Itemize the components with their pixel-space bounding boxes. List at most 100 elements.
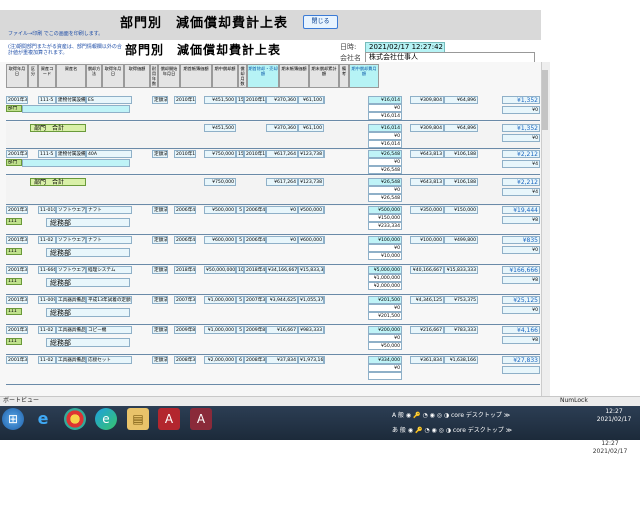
dept-detail-cell[interactable] (22, 159, 130, 167)
monthly-dep-cell-2[interactable]: ¥8 (502, 336, 540, 344)
period-dep-cell-3[interactable]: ¥16,014 (368, 112, 402, 120)
asset-code-cell[interactable]: 11-6666 (38, 266, 56, 274)
monthly-dep-cell-2[interactable]: ¥0 (502, 106, 540, 114)
asset-class-cell[interactable]: 建物付属設備 (56, 150, 86, 158)
file-explorer-icon[interactable]: ▤ (127, 408, 149, 430)
monthly-dep-cell-2[interactable]: ¥4 (502, 188, 540, 196)
method-cell[interactable]: 定額法 (152, 236, 168, 244)
dept-code-tag[interactable]: 111 (6, 308, 22, 315)
period-dep-cell-2[interactable]: ¥0 (368, 104, 402, 112)
period-dep-cell[interactable]: ¥26,548 (368, 178, 402, 186)
start-date-cell[interactable]: 2006年4月1日 (244, 236, 266, 244)
acq-date-cell[interactable]: 2001年3月31日 (6, 206, 28, 214)
acc-dep-cell[interactable]: ¥150,000 (444, 206, 478, 214)
monthly-dep-cell-2[interactable]: ¥0 (502, 306, 540, 314)
monthly-dep-cell[interactable]: ¥835 (502, 236, 540, 244)
method-cell[interactable]: 定額法 (152, 206, 168, 214)
close-button[interactable]: 閉じる (303, 15, 338, 29)
dept-detail-cell[interactable] (22, 105, 130, 113)
monthly-dep-cell[interactable]: ¥25,125 (502, 296, 540, 304)
asset-name-cell[interactable]: ES (86, 96, 132, 104)
begin-book-cell[interactable]: ¥0 (266, 236, 298, 244)
asset-code-cell[interactable]: 11-02 (38, 236, 56, 244)
price-cell[interactable]: ¥600,000 (204, 236, 236, 244)
monthly-dep-cell[interactable]: ¥2,212 (502, 178, 540, 186)
method-cell[interactable]: 定額法 (152, 356, 168, 364)
period-dep-cell-3[interactable]: ¥233,334 (368, 222, 402, 230)
dept-code-tag[interactable]: 111 (6, 218, 22, 225)
monthly-dep-cell-2[interactable] (502, 366, 540, 374)
start-date-cell[interactable]: 2010年11月10日 (244, 96, 266, 104)
asset-class-cell[interactable]: 工具器具備品 (56, 326, 86, 334)
price-cell[interactable]: ¥500,000 (204, 206, 236, 214)
period-dep-cell[interactable]: ¥500,000 (368, 206, 402, 214)
acq-date-cell[interactable]: 2001年3月31日 (6, 150, 28, 158)
period-dep-cell-2[interactable]: ¥1,000,000 (368, 274, 402, 282)
end-book-cell[interactable]: ¥643,813 (410, 150, 444, 158)
dept-name-cell[interactable]: 総務部 (46, 218, 130, 227)
period-dep-cell-2[interactable]: ¥0 (368, 244, 402, 252)
period-dep-cell-2[interactable]: ¥0 (368, 304, 402, 312)
monthly-dep-cell-2[interactable]: ¥4 (502, 160, 540, 168)
acq-date-cell[interactable]: 2001年3月31日 (6, 326, 28, 334)
asset-name-cell[interactable]: 40A (86, 150, 132, 158)
period-dep-cell-2[interactable]: ¥0 (368, 334, 402, 342)
asset-code-cell[interactable]: 11-02 (38, 326, 56, 334)
period-dep-cell-2[interactable]: ¥0 (368, 186, 402, 194)
acc-dep-cell[interactable]: ¥753,375 (444, 296, 478, 304)
period-dep-cell[interactable]: ¥16,014 (368, 124, 402, 132)
price-cell[interactable]: ¥1,000,000 (204, 296, 236, 304)
acq-date2-cell[interactable]: 2010年11月10日 (174, 96, 196, 104)
begin-book-cell[interactable]: ¥16,667 (266, 326, 298, 334)
asset-name-cell[interactable]: 平成13年試着の定額法 (86, 296, 132, 304)
price-cell[interactable]: ¥451,500 (204, 96, 236, 104)
depreciation-cell[interactable]: ¥1,973,166 (298, 356, 324, 364)
dept-code-tag[interactable]: 111 (6, 338, 22, 345)
method-cell[interactable]: 定額法 (152, 150, 168, 158)
acq-date2-cell[interactable]: 2010年10月31日 (174, 150, 196, 158)
period-dep-cell-2[interactable]: ¥0 (368, 132, 402, 140)
tray-row-2[interactable]: あ 般 ◉ 🔑 ◔ ◉ ◎ ◑ core デスクトップ ≫ (392, 425, 512, 434)
dept-tag[interactable]: 部門 (6, 159, 22, 166)
method-cell[interactable]: 定額法 (152, 296, 168, 304)
dept-name-cell[interactable]: 総務部 (46, 308, 130, 317)
depreciation-cell[interactable]: ¥123,738 (298, 150, 324, 158)
depreciation-cell[interactable]: ¥123,738 (298, 178, 324, 186)
monthly-dep-cell-2[interactable]: ¥0 (502, 134, 540, 142)
begin-book-cell[interactable]: ¥37,834 (266, 356, 298, 364)
monthly-dep-cell[interactable]: ¥1,352 (502, 124, 540, 132)
ie-browser-icon[interactable]: e (32, 408, 54, 430)
monthly-dep-cell[interactable]: ¥4,166 (502, 326, 540, 334)
price-cell[interactable]: ¥1,000,000 (204, 326, 236, 334)
asset-class-cell[interactable]: 建物付属設備 (56, 96, 86, 104)
begin-book-cell[interactable]: ¥370,360 (266, 96, 298, 104)
method-cell[interactable]: 定額法 (152, 96, 168, 104)
depreciation-cell[interactable]: ¥983,333 (298, 326, 324, 334)
asset-code-cell[interactable]: 111-5 (38, 96, 56, 104)
period-dep-cell-2[interactable]: ¥150,000 (368, 214, 402, 222)
period-dep-cell[interactable]: ¥334,000 (368, 356, 402, 364)
monthly-dep-cell[interactable]: ¥2,212 (502, 150, 540, 158)
acq-date2-cell[interactable]: 2007年3月31日 (174, 296, 196, 304)
acq-date2-cell[interactable]: 2009年8月31日 (174, 326, 196, 334)
end-book-cell[interactable]: ¥361,834 (410, 356, 444, 364)
end-book-cell[interactable]: ¥350,000 (410, 206, 444, 214)
asset-code-cell[interactable]: 111-5 (38, 150, 56, 158)
asset-code-cell[interactable]: 11-010 (38, 206, 56, 214)
dept-code-tag[interactable]: 111 (6, 278, 22, 285)
access-app-icon[interactable]: A (158, 408, 180, 430)
acc-dep-cell[interactable]: ¥64,896 (444, 124, 478, 132)
asset-code-cell[interactable]: 11-009 (38, 296, 56, 304)
dept-name-cell[interactable]: 総務部 (46, 338, 130, 347)
monthly-dep-cell[interactable]: ¥1,352 (502, 96, 540, 104)
begin-book-cell[interactable]: ¥370,360 (266, 124, 298, 132)
begin-book-cell[interactable]: ¥3,944,625 (266, 296, 298, 304)
acc-dep-cell[interactable]: ¥1,638,166 (444, 356, 478, 364)
method-cell[interactable]: 定額法 (152, 266, 168, 274)
monthly-dep-cell-2[interactable]: ¥8 (502, 276, 540, 284)
asset-name-cell[interactable]: ナフト (86, 206, 132, 214)
end-book-cell[interactable]: ¥100,000 (410, 236, 444, 244)
asset-name-cell[interactable]: コピー機 (86, 326, 132, 334)
depreciation-cell[interactable]: ¥1,055,375 (298, 296, 324, 304)
acq-date-cell[interactable]: 2001年3月31日 (6, 236, 28, 244)
